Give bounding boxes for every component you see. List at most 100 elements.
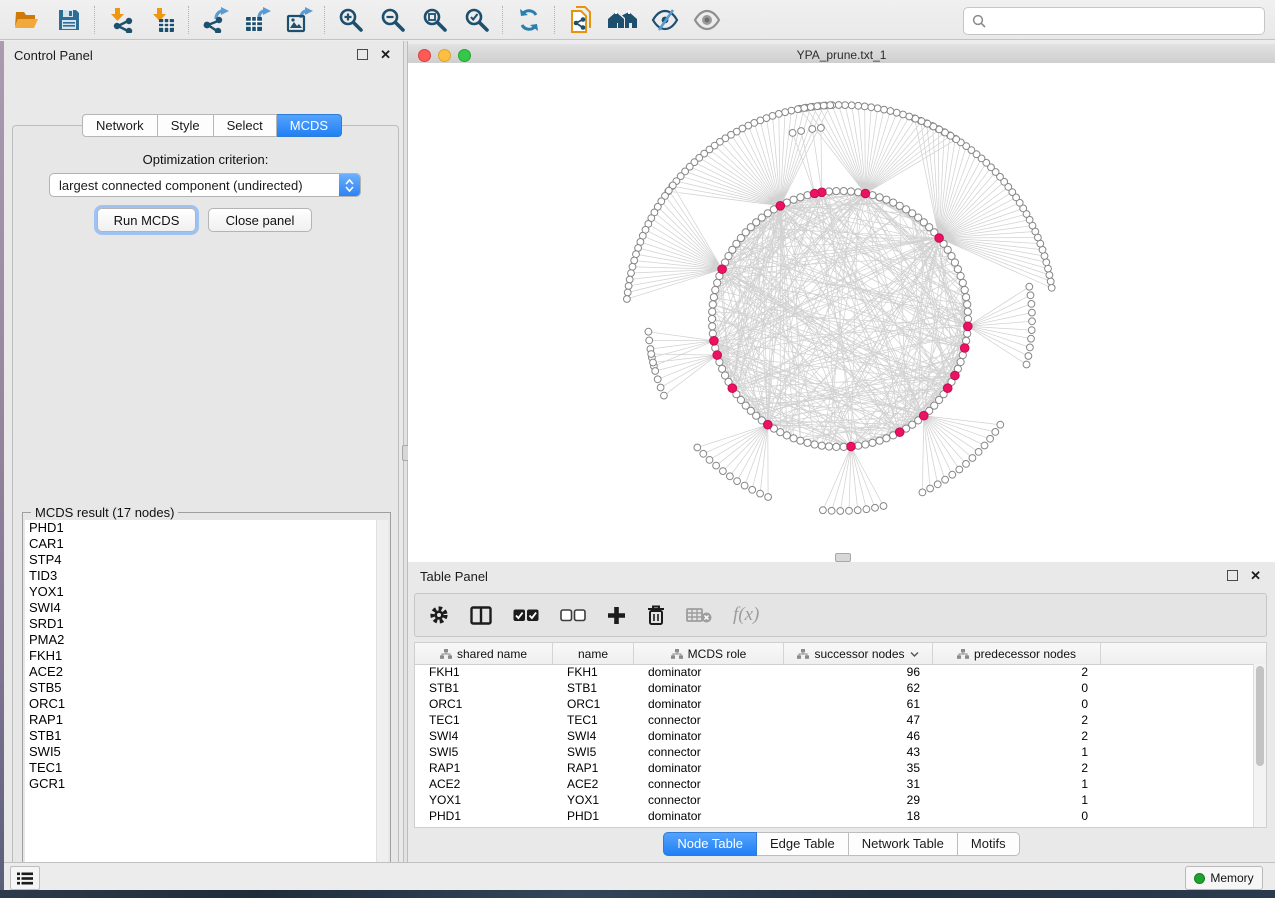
graph-leaf-node[interactable]	[1027, 344, 1034, 351]
graph-leaf-node[interactable]	[757, 490, 764, 497]
show-column-icon[interactable]	[470, 606, 492, 625]
graph-mcds-hub-node[interactable]	[718, 265, 727, 274]
table-row[interactable]: STB1STB1dominator620	[415, 680, 1254, 696]
cell-MCDS-role[interactable]: dominator	[634, 809, 784, 823]
graph-node[interactable]	[790, 196, 797, 203]
open-file-icon[interactable]	[6, 2, 48, 38]
cell-successor-nodes[interactable]: 35	[784, 761, 933, 775]
table-row[interactable]: PHD1PHD1dominator180	[415, 808, 1254, 824]
graph-leaf-node[interactable]	[809, 126, 816, 133]
close-panel-icon[interactable]: ✕	[380, 50, 391, 59]
graph-node[interactable]	[709, 330, 716, 337]
graph-leaf-node[interactable]	[657, 384, 664, 391]
graph-node[interactable]	[954, 266, 961, 273]
cell-MCDS-role[interactable]: dominator	[634, 729, 784, 743]
graph-mcds-hub-node[interactable]	[951, 371, 960, 380]
graph-leaf-node[interactable]	[654, 376, 661, 383]
graph-node[interactable]	[790, 435, 797, 442]
graph-node[interactable]	[862, 441, 869, 448]
graph-leaf-node[interactable]	[975, 449, 982, 456]
graph-leaf-node[interactable]	[1028, 327, 1035, 334]
graph-mcds-hub-node[interactable]	[847, 442, 856, 451]
graph-leaf-node[interactable]	[765, 494, 772, 501]
cell-MCDS-role[interactable]: dominator	[634, 761, 784, 775]
graph-node[interactable]	[855, 189, 862, 196]
cell-predecessor-nodes[interactable]: 1	[933, 793, 1101, 807]
table-row[interactable]: SWI5SWI5connector431	[415, 744, 1254, 760]
graph-leaf-node[interactable]	[782, 109, 789, 116]
cell-predecessor-nodes[interactable]: 2	[933, 713, 1101, 727]
graph-leaf-node[interactable]	[727, 473, 734, 480]
cell-successor-nodes[interactable]: 31	[784, 777, 933, 791]
cell-successor-nodes[interactable]: 43	[784, 745, 933, 759]
hide-graphics-details-icon[interactable]	[644, 2, 686, 38]
cell-successor-nodes[interactable]: 46	[784, 729, 933, 743]
graph-leaf-node[interactable]	[881, 106, 888, 113]
save-session-icon[interactable]	[48, 2, 90, 38]
column-settings-gear-icon[interactable]	[429, 605, 449, 625]
graph-leaf-node[interactable]	[1029, 309, 1036, 316]
mcds-result-item[interactable]: CAR1	[25, 536, 388, 552]
mcds-result-list[interactable]: PHD1CAR1STP4TID3YOX1SWI4SRD1PMA2FKH1ACE2…	[25, 520, 388, 877]
column-header-successor-nodes[interactable]: successor nodes	[784, 643, 933, 664]
graph-node[interactable]	[964, 308, 971, 315]
graph-leaf-node[interactable]	[997, 421, 1004, 428]
cell-MCDS-role[interactable]: dominator	[634, 681, 784, 695]
graph-mcds-hub-node[interactable]	[728, 384, 737, 393]
graph-node[interactable]	[964, 330, 971, 337]
mcds-result-item[interactable]: STB1	[25, 728, 388, 744]
graph-mcds-hub-node[interactable]	[861, 189, 870, 198]
search-box[interactable]	[963, 7, 1265, 35]
mcds-result-item[interactable]: GCR1	[25, 776, 388, 792]
cell-name[interactable]: TEC1	[553, 713, 634, 727]
graph-leaf-node[interactable]	[1029, 318, 1036, 325]
graph-leaf-node[interactable]	[1046, 272, 1053, 279]
scrollbar-thumb[interactable]	[1256, 666, 1264, 766]
graph-leaf-node[interactable]	[794, 106, 801, 113]
mcds-result-item[interactable]: STB5	[25, 680, 388, 696]
export-network-icon[interactable]	[194, 2, 236, 38]
horizontal-splitter-handle[interactable]	[835, 553, 851, 562]
graph-mcds-hub-node[interactable]	[713, 351, 722, 360]
graph-leaf-node[interactable]	[650, 359, 657, 366]
table-row[interactable]: SWI4SWI4dominator462	[415, 728, 1254, 744]
mcds-list-scrollbar[interactable]	[376, 520, 388, 877]
cell-predecessor-nodes[interactable]: 0	[933, 697, 1101, 711]
cell-predecessor-nodes[interactable]: 0	[933, 809, 1101, 823]
column-header-shared-name[interactable]: shared name	[415, 643, 553, 664]
export-image-icon[interactable]	[278, 2, 320, 38]
graph-leaf-node[interactable]	[861, 103, 868, 110]
network-graph[interactable]	[408, 63, 1275, 562]
tab-style[interactable]: Style	[158, 114, 214, 137]
cell-shared-name[interactable]: SWI5	[415, 745, 553, 759]
graph-node[interactable]	[957, 358, 964, 365]
graph-leaf-node[interactable]	[949, 471, 956, 478]
cell-name[interactable]: STB1	[553, 681, 634, 695]
graph-leaf-node[interactable]	[775, 111, 782, 118]
graph-leaf-node[interactable]	[706, 457, 713, 464]
graph-node[interactable]	[719, 365, 726, 372]
cell-successor-nodes[interactable]: 61	[784, 697, 933, 711]
search-input[interactable]	[992, 10, 1264, 32]
cell-MCDS-role[interactable]: connector	[634, 745, 784, 759]
task-history-button[interactable]	[10, 866, 40, 890]
graph-node[interactable]	[833, 188, 840, 195]
mcds-result-item[interactable]: RAP1	[25, 712, 388, 728]
cell-predecessor-nodes[interactable]: 2	[933, 729, 1101, 743]
graph-leaf-node[interactable]	[626, 276, 633, 283]
graph-leaf-node[interactable]	[1048, 284, 1055, 291]
cell-shared-name[interactable]: PHD1	[415, 809, 553, 823]
graph-leaf-node[interactable]	[872, 504, 879, 511]
graph-leaf-node[interactable]	[927, 485, 934, 492]
graph-node[interactable]	[804, 439, 811, 446]
graph-leaf-node[interactable]	[807, 104, 814, 111]
table-row[interactable]: FKH1FKH1dominator962	[415, 664, 1254, 680]
graph-leaf-node[interactable]	[969, 455, 976, 462]
graph-leaf-node[interactable]	[820, 102, 827, 109]
graph-leaf-node[interactable]	[1023, 361, 1030, 368]
graph-leaf-node[interactable]	[625, 283, 632, 290]
cell-shared-name[interactable]: ACE2	[415, 777, 553, 791]
tab-mcds[interactable]: MCDS	[277, 114, 342, 137]
graph-mcds-hub-node[interactable]	[964, 322, 973, 331]
graph-node[interactable]	[876, 194, 883, 201]
